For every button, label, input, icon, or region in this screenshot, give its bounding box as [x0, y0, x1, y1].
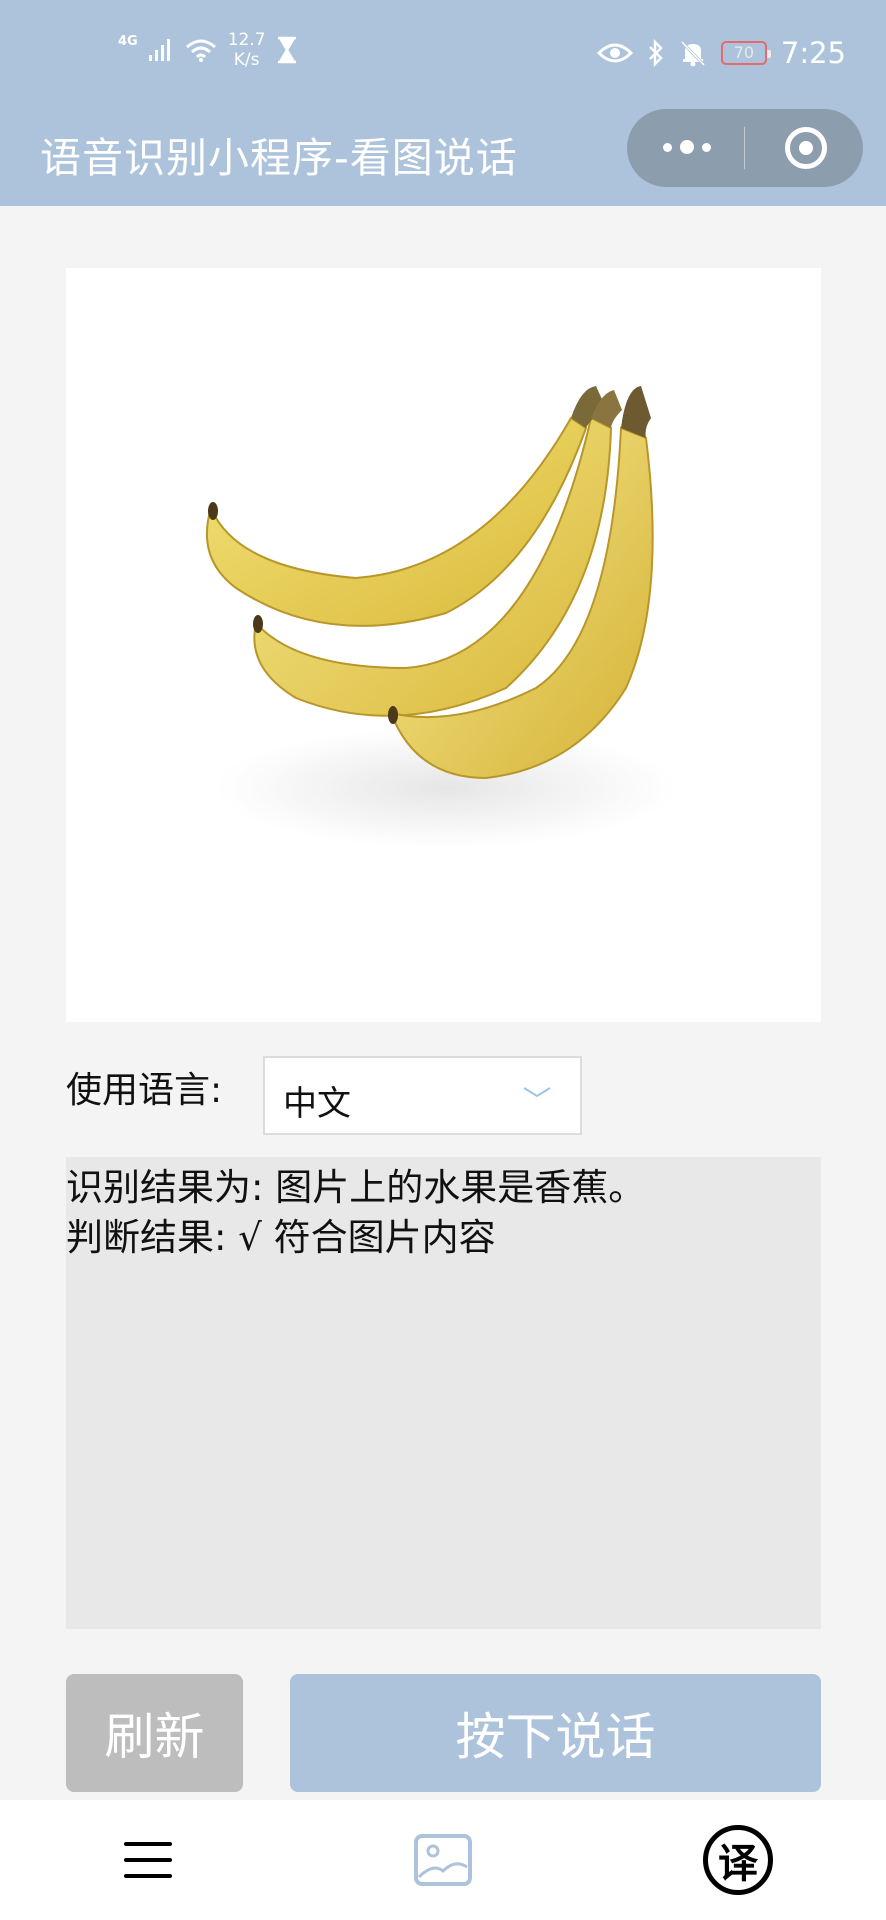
page-title: 语音识别小程序-看图说话	[40, 134, 518, 182]
signal-icon	[148, 39, 170, 61]
miniprogram-capsule	[627, 109, 863, 187]
wifi-icon	[185, 39, 216, 62]
status-bar-right: 70 7:25	[596, 36, 846, 70]
hold-to-talk-button[interactable]: 按下说话	[290, 1674, 821, 1792]
network-speed: 12.7 K/s	[228, 30, 266, 70]
capsule-divider	[744, 127, 745, 169]
language-selected-value: 中文	[283, 1084, 351, 1124]
result-box: 识别结果为: 图片上的水果是香蕉。 判断结果: √ 符合图片内容	[66, 1157, 821, 1629]
nav-translate[interactable]: 译	[690, 1800, 786, 1920]
bluetooth-icon	[648, 39, 663, 67]
mute-bell-icon	[680, 40, 705, 67]
hourglass-icon	[277, 36, 296, 64]
speed-unit: K/s	[233, 50, 260, 70]
more-button[interactable]	[663, 140, 711, 154]
nav-menu[interactable]	[100, 1800, 196, 1920]
banana-image	[205, 386, 676, 848]
refresh-button[interactable]: 刷新	[66, 1674, 243, 1792]
network-type: 4G	[118, 33, 138, 49]
image-icon	[414, 1834, 472, 1886]
language-label: 使用语言:	[66, 1070, 223, 1111]
header: 4G 12.7 K/s 70 7:25 语音识别小程序-看图说话	[0, 0, 886, 206]
judgement-result: 判断结果: √ 符合图片内容	[66, 1216, 496, 1259]
language-select[interactable]: 中文	[263, 1056, 582, 1135]
translate-icon: 译	[703, 1825, 773, 1895]
bottom-nav: 译	[0, 1800, 886, 1920]
battery-icon: 70	[720, 41, 771, 65]
eye-icon	[596, 43, 633, 63]
picture-card	[66, 268, 821, 1022]
menu-icon	[124, 1842, 172, 1878]
recognition-result: 识别结果为: 图片上的水果是香蕉。	[66, 1166, 646, 1209]
speed-value: 12.7	[227, 30, 266, 50]
clock: 7:25	[780, 36, 846, 70]
close-miniprogram-button[interactable]	[785, 127, 827, 169]
nav-image[interactable]	[395, 1800, 491, 1920]
status-bar-left: 4G 12.7 K/s	[118, 30, 298, 70]
chevron-down-icon	[523, 1087, 551, 1098]
